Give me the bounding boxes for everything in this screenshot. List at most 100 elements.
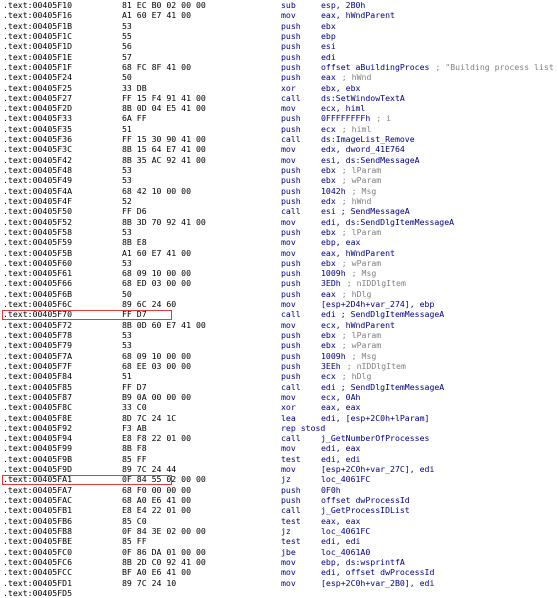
instruction-operands[interactable]: esp, 2B0h [321, 0, 365, 10]
instruction-operands[interactable]: 1009h ; Msg [321, 268, 376, 278]
instruction-operands[interactable]: edi, offset dwProcessId [321, 567, 434, 577]
instruction-operands[interactable]: j_GetProcessIDList [321, 505, 410, 515]
instruction-operands[interactable]: ebx ; lParam [321, 227, 381, 237]
instruction-operands[interactable]: eax, eax [321, 402, 360, 412]
operand-text[interactable]: ebx, ebx [321, 83, 360, 93]
code-line[interactable]: .text:00405F79 53 push ebx ; wParam [0, 340, 558, 350]
instruction-operands[interactable]: loc_4061FC [321, 474, 370, 484]
instruction-operands[interactable]: [esp+2C0h+var_2B0], edi [321, 578, 434, 588]
instruction-operands[interactable]: edi, edi [321, 536, 360, 546]
instruction-operands[interactable]: edx ; hWnd [321, 196, 371, 206]
address-label[interactable]: .text:00405F85 [3, 382, 72, 392]
instruction-operands[interactable]: eax, eax [321, 516, 360, 526]
operand-text[interactable]: edi, offset dwProcessId [321, 567, 434, 577]
code-line[interactable]: .text:00405FA7 68 F0 00 00 00 push 0F0h [0, 485, 558, 495]
code-line[interactable]: .text:00405F1D 56 push esi [0, 41, 558, 51]
instruction-operands[interactable]: ebx ; lParam [321, 330, 381, 340]
code-line[interactable]: .text:00405F4A 68 42 10 00 00 push 1042h ; M… [0, 186, 558, 196]
address-label[interactable]: .text:00405F8E [3, 413, 72, 423]
operand-text[interactable]: ecx, himl [321, 103, 365, 113]
code-line[interactable]: .text:00405F48 53 push ebx ; lParam [0, 165, 558, 175]
operand-text[interactable]: ebp [321, 31, 336, 41]
instruction-operands[interactable]: 3EDh ; nIDDlgItem [321, 278, 406, 288]
address-label[interactable]: .text:00405FB8 [3, 526, 72, 536]
operand-text[interactable]: esi ; SendMessageA [321, 206, 410, 216]
address-label[interactable]: .text:00405F79 [3, 340, 72, 350]
operand-text[interactable]: edi ; SendDlgItemMessageA [321, 309, 444, 319]
code-line[interactable]: .text:00405F1E 57 push edi [0, 52, 558, 62]
code-line[interactable]: .text:00405F2D 8B 0D 04 E5 41 00 mov ecx, h… [0, 103, 558, 113]
address-label[interactable]: .text:00405FC6 [3, 557, 72, 567]
operand-text[interactable]: loc_4061FC [321, 474, 370, 484]
operand-text[interactable]: [esp+2D4h+var_274], ebp [321, 299, 434, 309]
instruction-operands[interactable]: esi [321, 41, 336, 51]
address-label[interactable]: .text:00405F10 [3, 0, 72, 10]
code-line[interactable]: .text:00405F87 B9 0A 00 00 00 mov ecx, 0Ah [0, 392, 558, 402]
operand-text[interactable]: 3EDh [321, 278, 341, 288]
instruction-operands[interactable]: ebx ; wParam [321, 175, 381, 185]
operand-text[interactable]: ecx [321, 124, 336, 134]
instruction-operands[interactable]: ecx ; hDlg [321, 371, 371, 381]
code-line[interactable]: .text:00405F4F 52 push edx ; hWnd [0, 196, 558, 206]
address-label[interactable]: .text:00405FC0 [3, 547, 72, 557]
code-line[interactable]: .text:00405F10 81 EC B0 02 00 00 sub esp, 2… [0, 0, 558, 10]
code-line[interactable]: .text:00405FAC 68 A0 E6 41 00 push offset d… [0, 495, 558, 505]
address-label[interactable]: .text:00405F7A [3, 351, 72, 361]
code-line[interactable]: .text:00405F8E 8D 7C 24 1C lea edi, [esp+2C… [0, 413, 558, 423]
address-label[interactable]: .text:00405FB1 [3, 505, 72, 515]
operand-text[interactable]: eax, hWndParent [321, 248, 395, 258]
operand-text[interactable]: edi, [esp+2C0h+lParam] [321, 413, 429, 423]
code-line[interactable]: .text:00405F7A 68 09 10 00 00 push 1009h ; M… [0, 351, 558, 361]
code-line[interactable]: .text:00405F3C 8B 15 64 E7 41 00 mov edx, d… [0, 144, 558, 154]
address-label[interactable]: .text:00405F78 [3, 330, 72, 340]
code-line[interactable]: .text:00405F24 50 push eax ; hWnd [0, 72, 558, 82]
operand-text[interactable]: edi, ds:SendDlgItemMessageA [321, 217, 454, 227]
address-label[interactable]: .text:00405F94 [3, 433, 72, 443]
code-line[interactable]: .text:00405FA1 0F 84 55 02 00 00 jz loc_406… [0, 474, 558, 484]
instruction-operands[interactable]: ebx ; wParam [321, 340, 381, 350]
operand-text[interactable]: esi, ds:SendMessageA [321, 155, 420, 165]
operand-text[interactable]: ebx [321, 330, 336, 340]
code-line[interactable]: .text:00405F49 53 push ebx ; wParam [0, 175, 558, 185]
address-label[interactable]: .text:00405F1C [3, 31, 72, 41]
operand-text[interactable]: loc_4061A0 [321, 547, 370, 557]
instruction-operands[interactable]: eax, hWndParent [321, 10, 395, 20]
operand-text[interactable]: ebx [321, 165, 336, 175]
code-line[interactable]: .text:00405F78 53 push ebx ; lParam [0, 330, 558, 340]
address-label[interactable]: .text:00405F6C [3, 299, 72, 309]
operand-text[interactable]: 0FFFFFFFFh [321, 113, 370, 123]
address-label[interactable]: .text:00405F24 [3, 72, 72, 82]
code-line[interactable]: .text:00405F7F 68 EE 03 00 00 push 3EEh ; nI… [0, 361, 558, 371]
address-label[interactable]: .text:00405FB6 [3, 516, 72, 526]
instruction-operands[interactable]: 0FFFFFFFFh ; i [321, 113, 391, 123]
operand-text[interactable]: esi [321, 41, 336, 51]
operand-text[interactable]: 0F0h [321, 485, 341, 495]
address-label[interactable]: .text:00405F61 [3, 268, 72, 278]
address-label[interactable]: .text:00405F8C [3, 402, 72, 412]
address-label[interactable]: .text:00405F70 [3, 309, 72, 319]
operand-text[interactable]: edx, dword_41E764 [321, 144, 405, 154]
address-label[interactable]: .text:00405F6B [3, 289, 72, 299]
instruction-operands[interactable]: ebp [321, 31, 336, 41]
instruction-operands[interactable]: ebx ; lParam [321, 165, 381, 175]
address-label[interactable]: .text:00405F72 [3, 320, 72, 330]
operand-text[interactable]: edi, eax [321, 443, 360, 453]
operand-text[interactable]: eax, hWndParent [321, 10, 395, 20]
code-line[interactable]: .text:00405F72 8B 0D 60 E7 41 00 mov ecx, h… [0, 320, 558, 330]
address-label[interactable]: .text:00405F36 [3, 134, 72, 144]
instruction-operands[interactable]: eax ; hDlg [321, 289, 371, 299]
operand-text[interactable]: eax [321, 72, 336, 82]
code-line[interactable]: .text:00405FC6 8B 2D C0 92 41 00 mov ebp, d… [0, 557, 558, 567]
instruction-operands[interactable]: ebp, ds:wsprintfA [321, 557, 405, 567]
code-line[interactable]: .text:00405F92 F3 AB rep stosd [0, 423, 558, 433]
code-line[interactable]: .text:00405F66 68 ED 03 00 00 push 3EDh ; nI… [0, 278, 558, 288]
instruction-operands[interactable]: [esp+2C0h+var_27C], edi [321, 464, 434, 474]
instruction-operands[interactable]: ebx, ebx [321, 83, 360, 93]
address-label[interactable]: .text:00405F52 [3, 217, 72, 227]
operand-text[interactable]: ebp, ds:wsprintfA [321, 557, 405, 567]
address-label[interactable]: .text:00405F92 [3, 423, 72, 433]
address-label[interactable]: .text:00405F99 [3, 443, 72, 453]
instruction-operands[interactable]: esi, ds:SendMessageA [321, 155, 420, 165]
address-label[interactable]: .text:00405F4A [3, 186, 72, 196]
operand-text[interactable]: 1009h [321, 268, 346, 278]
